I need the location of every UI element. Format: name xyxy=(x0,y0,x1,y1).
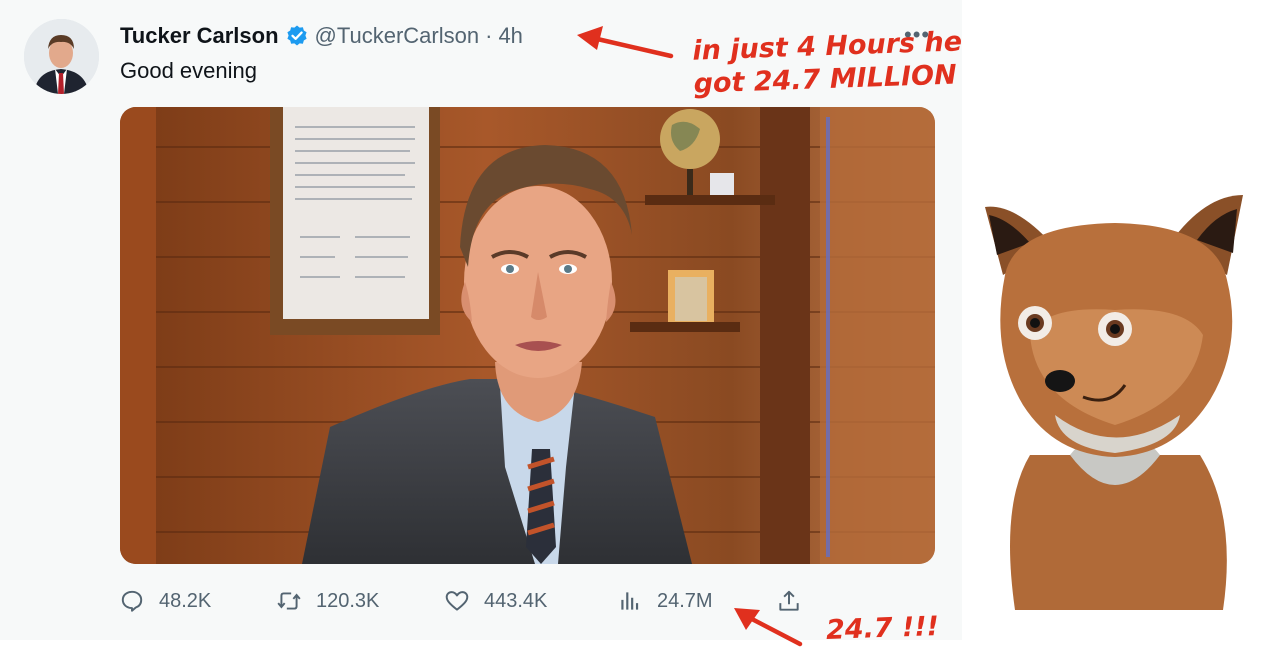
retweet-count: 120.3K xyxy=(316,589,380,612)
avatar-image xyxy=(24,19,99,94)
tweet-header: Tucker Carlson @TuckerCarlson · 4h xyxy=(120,22,523,50)
author-name[interactable]: Tucker Carlson xyxy=(120,23,279,49)
retweet-icon xyxy=(277,592,301,610)
tweet-actions: 48.2K 120.3K 443.4K 24.7M xyxy=(0,588,962,618)
reply-icon xyxy=(121,590,143,612)
annotation-bottom: 24.7 !!! xyxy=(825,611,940,646)
video-still-image xyxy=(120,107,935,564)
separator-dot: · xyxy=(485,23,493,48)
surprised-fox-image xyxy=(985,195,1243,610)
tweet-text: Good evening xyxy=(120,58,257,83)
reply-count: 48.2K xyxy=(159,589,212,612)
tweet-media[interactable] xyxy=(120,107,935,564)
views-count: 24.7M xyxy=(657,589,713,612)
author-handle[interactable]: @TuckerCarlson xyxy=(315,23,480,49)
like-count: 443.4K xyxy=(484,589,548,612)
tweet-timestamp[interactable]: 4h xyxy=(498,23,522,49)
like-button[interactable]: 443.4K xyxy=(444,588,547,614)
verified-badge-icon xyxy=(286,25,307,46)
views-button[interactable]: 24.7M xyxy=(617,588,713,614)
avatar[interactable] xyxy=(24,19,99,94)
retweet-button[interactable]: 120.3K xyxy=(276,588,379,614)
reply-button[interactable]: 48.2K xyxy=(119,588,211,614)
heart-icon xyxy=(445,591,469,611)
arrow-to-views-icon xyxy=(734,608,803,647)
views-chart-icon xyxy=(621,592,639,610)
annotation-top: in just 4 Hours he got 24.7 MILLION xyxy=(692,25,964,100)
arrow-to-timestamp-icon xyxy=(577,26,674,59)
